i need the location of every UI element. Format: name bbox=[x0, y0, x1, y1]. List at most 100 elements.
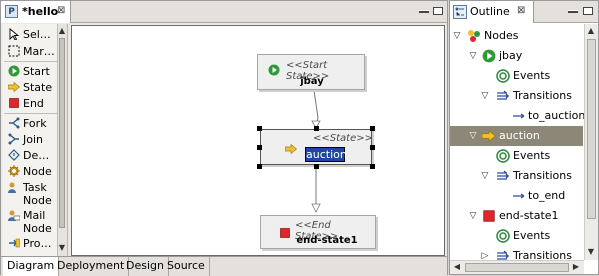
end-state-node[interactable]: <<End State>> end-state1 bbox=[260, 215, 376, 249]
palette-label: Node bbox=[23, 222, 52, 235]
node-stereotype: <<State>> bbox=[313, 133, 373, 144]
resize-handle[interactable] bbox=[257, 126, 262, 131]
events-icon bbox=[496, 149, 510, 163]
end-state-icon bbox=[483, 210, 495, 222]
node-icon bbox=[8, 165, 20, 177]
resize-handle[interactable] bbox=[257, 145, 262, 150]
maximize-icon[interactable] bbox=[583, 7, 593, 15]
outline-tab-title: Outline bbox=[470, 5, 510, 18]
scroll-down-icon[interactable]: ▼ bbox=[57, 242, 67, 254]
chevron-down-icon[interactable]: ▽ bbox=[480, 166, 490, 186]
process-file-icon: P bbox=[5, 5, 18, 18]
outline-horizontal-scrollbar[interactable]: ◀ ▶ bbox=[450, 260, 584, 274]
editor-panel: P *hello ⊠ Sel… Mar… Start State End For… bbox=[0, 0, 448, 276]
palette-label: Node bbox=[23, 165, 52, 178]
tab-design[interactable]: Design bbox=[122, 257, 169, 276]
close-icon[interactable]: ⊠ bbox=[57, 5, 65, 16]
resize-handle[interactable] bbox=[314, 126, 319, 131]
tree-item-label: Transitions bbox=[513, 169, 572, 182]
tree-item-label: Transitions bbox=[513, 89, 572, 102]
node-name: jbay bbox=[300, 76, 324, 87]
chevron-down-icon[interactable]: ▽ bbox=[468, 206, 478, 226]
state-node[interactable]: <<State>> auction bbox=[260, 129, 373, 165]
tree-item-transitions[interactable]: ▽ Transitions bbox=[450, 166, 583, 186]
tree-item-label: Transitions bbox=[513, 249, 572, 260]
tree-item-nodes[interactable]: ▽ Nodes bbox=[450, 26, 583, 46]
scroll-right-icon[interactable]: ▶ bbox=[570, 261, 582, 273]
tab-deployment[interactable]: Deployment bbox=[53, 257, 130, 276]
editor-tab-bar: P *hello ⊠ bbox=[1, 1, 447, 23]
outline-vertical-scrollbar[interactable]: ▲ ▼ bbox=[584, 24, 598, 260]
tree-item-events[interactable]: Events bbox=[450, 146, 583, 166]
resize-handle[interactable] bbox=[370, 126, 375, 131]
palette-label: Sel… bbox=[23, 28, 51, 41]
node-name: end-state1 bbox=[296, 235, 358, 246]
tree-item-label: to_auction bbox=[528, 109, 584, 122]
palette-label: Node bbox=[23, 194, 52, 207]
transitions-icon bbox=[497, 170, 509, 180]
tree-item-to-end[interactable]: to_end bbox=[450, 186, 583, 206]
tab-diagram[interactable]: Diagram bbox=[3, 257, 60, 276]
tree-item-transitions[interactable]: ▷ Transitions bbox=[450, 246, 583, 260]
tree-item-to-auction[interactable]: to_auction bbox=[450, 106, 584, 126]
tree-item-events[interactable]: Events bbox=[450, 66, 583, 86]
resize-handle[interactable] bbox=[257, 164, 262, 169]
editor-tab-title: *hello bbox=[22, 5, 59, 18]
scroll-up-icon[interactable]: ▲ bbox=[57, 25, 67, 37]
tree-item-events[interactable]: Events bbox=[450, 226, 583, 246]
task-node-icon bbox=[8, 182, 16, 193]
tree-item-auction[interactable]: ▽ auction bbox=[450, 126, 583, 146]
palette-label: Fork bbox=[23, 117, 47, 130]
tree-item-label: auction bbox=[499, 129, 540, 142]
palette-scrollbar[interactable]: ▲ ▼ bbox=[57, 24, 67, 256]
chevron-down-icon[interactable]: ▽ bbox=[468, 126, 478, 146]
close-icon[interactable]: ⊠ bbox=[517, 5, 525, 16]
palette-scroll-thumb[interactable] bbox=[59, 38, 65, 228]
tree-item-label: to_end bbox=[528, 189, 566, 202]
transitions-icon bbox=[497, 90, 509, 100]
chevron-down-icon[interactable]: ▽ bbox=[468, 46, 478, 66]
start-state-node[interactable]: <<Start State>> jbay bbox=[257, 54, 365, 90]
scroll-left-icon[interactable]: ◀ bbox=[451, 261, 463, 273]
resize-handle[interactable] bbox=[370, 164, 375, 169]
tree-item-jbay[interactable]: ▽ jbay bbox=[450, 46, 583, 66]
events-icon bbox=[496, 69, 510, 83]
chevron-right-icon[interactable]: ▷ bbox=[480, 246, 490, 260]
start-state-icon bbox=[8, 65, 20, 77]
end-state-icon bbox=[9, 98, 19, 108]
chevron-down-icon[interactable]: ▽ bbox=[452, 26, 462, 46]
diagram-canvas[interactable]: <<Start State>> jbay <<State>> auction <… bbox=[71, 25, 445, 256]
nodes-icon bbox=[468, 30, 480, 42]
palette-separator bbox=[4, 113, 58, 114]
palette-label: Mail bbox=[23, 209, 46, 222]
join-icon bbox=[8, 133, 19, 145]
scroll-up-icon[interactable]: ▲ bbox=[585, 25, 597, 37]
transition-arrow-icon bbox=[513, 113, 525, 119]
fork-icon bbox=[9, 117, 20, 129]
maximize-icon[interactable] bbox=[433, 7, 443, 15]
palette-label: Mar… bbox=[23, 45, 55, 58]
palette-label: De… bbox=[23, 149, 50, 162]
chevron-down-icon[interactable]: ▽ bbox=[480, 86, 490, 106]
decision-icon bbox=[8, 149, 20, 161]
tab-source[interactable]: Source bbox=[163, 257, 210, 276]
outline-hscroll-thumb[interactable] bbox=[465, 263, 569, 272]
minimize-icon[interactable] bbox=[419, 10, 429, 13]
tree-item-label: jbay bbox=[499, 49, 523, 62]
process-state-icon bbox=[9, 238, 20, 248]
resize-handle[interactable] bbox=[370, 145, 375, 150]
resize-handle[interactable] bbox=[314, 164, 319, 169]
outline-tab[interactable]: Outline ⊠ bbox=[450, 1, 534, 23]
node-name-editor[interactable]: auction bbox=[305, 147, 347, 162]
outline-scroll-thumb[interactable] bbox=[587, 39, 596, 219]
scroll-down-icon[interactable]: ▼ bbox=[585, 246, 597, 258]
tree-item-transitions[interactable]: ▽ Transitions bbox=[450, 86, 583, 106]
tree-item-end-state1[interactable]: ▽ end-state1 bbox=[450, 206, 583, 226]
editor-tab[interactable]: P *hello ⊠ bbox=[1, 1, 71, 23]
select-arrow-icon bbox=[9, 28, 20, 40]
tree-item-label: end-state1 bbox=[499, 209, 559, 222]
minimize-icon[interactable] bbox=[568, 10, 578, 13]
start-state-icon bbox=[482, 49, 496, 63]
palette-label: Join bbox=[23, 133, 44, 146]
mail-node-icon bbox=[8, 210, 20, 221]
